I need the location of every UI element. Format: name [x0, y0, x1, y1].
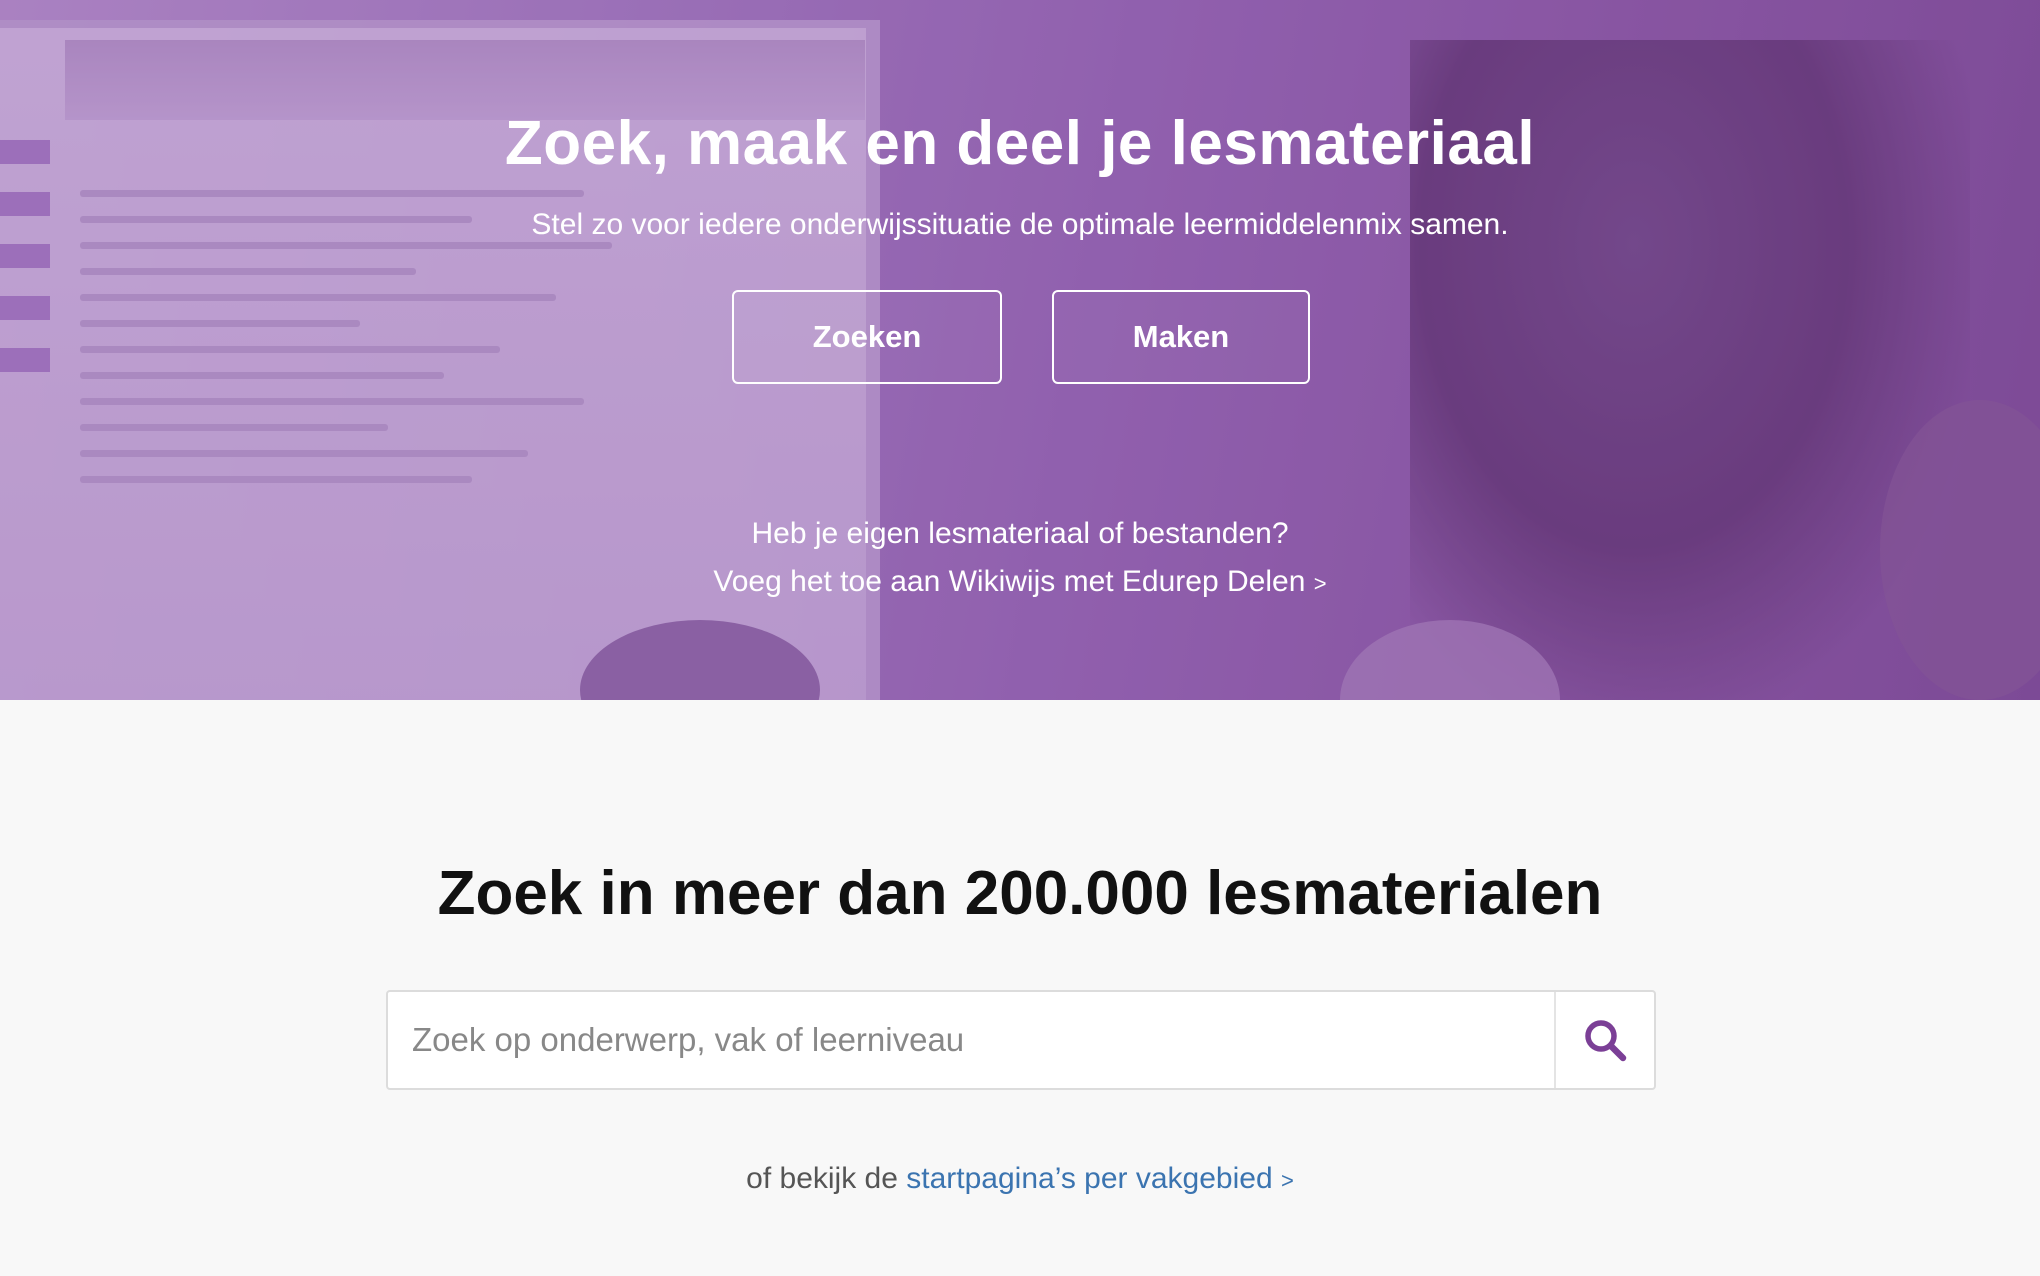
hero-subtitle: Stel zo voor iedere onderwijssituatie de…	[531, 208, 1509, 241]
own-material-question: Heb je eigen lesmateriaal of bestanden?	[751, 517, 1289, 550]
browse-subjects-line: of bekijk de startpagina’s per vakgebied…	[0, 1162, 2040, 1196]
own-material-link-row[interactable]: Voeg het toe aan Wikiwijs met Edurep Del…	[0, 558, 2040, 608]
search-title: Zoek in meer dan 200.000 lesmaterialen	[437, 859, 1603, 928]
edurep-share-link[interactable]: Voeg het toe aan Wikiwijs met Edurep Del…	[713, 565, 1305, 598]
search-button[interactable]: Zoeken	[732, 290, 1002, 384]
chevron-right-icon: >	[1280, 1168, 1294, 1193]
search-submit-button[interactable]	[1554, 992, 1654, 1088]
hero-content: Zoek, maak en deel je lesmateriaal Stel …	[0, 0, 2040, 700]
chevron-right-icon: >	[1313, 571, 1327, 596]
search-section: Zoek in meer dan 200.000 lesmaterialen o…	[0, 700, 2040, 1276]
hero-title: Zoek, maak en deel je lesmateriaal	[504, 109, 1536, 178]
search-icon	[1585, 1020, 1627, 1062]
search-input[interactable]	[388, 992, 1554, 1088]
browse-prefix: of bekijk de	[746, 1162, 898, 1195]
make-button[interactable]: Maken	[1052, 290, 1310, 384]
subject-startpages-link[interactable]: startpagina’s per vakgebied	[906, 1162, 1272, 1195]
hero-banner: Zoek, maak en deel je lesmateriaal Stel …	[0, 0, 2040, 700]
own-material-block: Heb je eigen lesmateriaal of bestanden? …	[0, 510, 2040, 608]
search-bar	[386, 990, 1656, 1090]
